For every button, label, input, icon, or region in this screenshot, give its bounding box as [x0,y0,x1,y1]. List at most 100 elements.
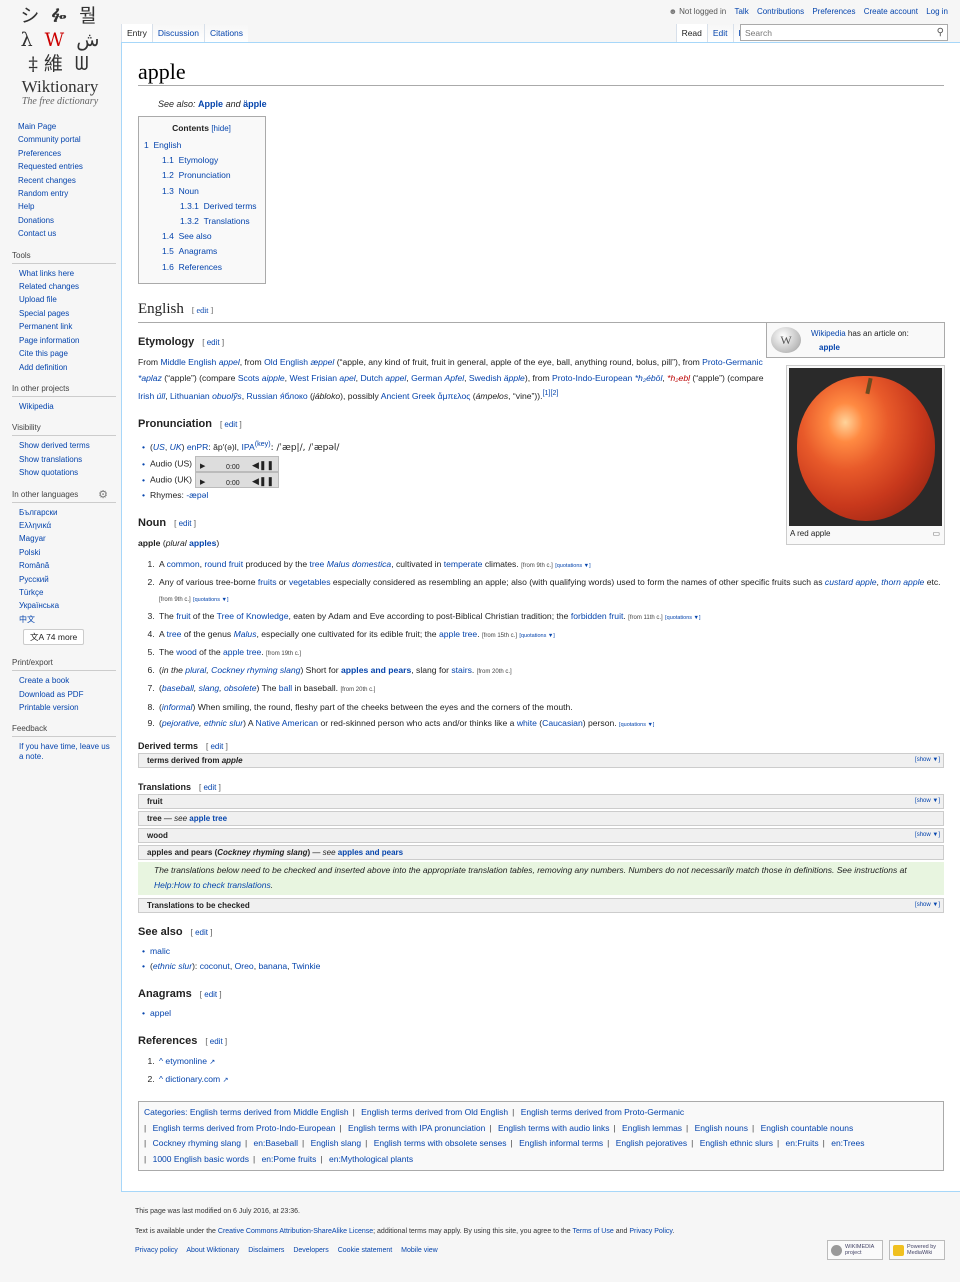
sidebar-item-printable-version[interactable]: Printable version [19,703,79,712]
audio-player-uk[interactable]: ▶ 0:00 ◀❚❚ [195,472,280,490]
toc-entry[interactable]: 1.2 Pronunciation [162,170,231,180]
talk-link[interactable]: Talk [734,7,748,16]
sidebar-lang-tr[interactable]: Türkçe [19,588,43,597]
translation-box-tree[interactable]: tree — see apple tree [138,810,944,826]
category-link[interactable]: English terms derived from Proto-Indo-Eu… [153,1123,336,1133]
sidebar-item-main-page[interactable]: Main Page [18,122,56,131]
search-icon[interactable]: ⚲ [937,27,944,38]
sidebar-lang-el[interactable]: Ελληνικά [19,521,51,530]
edit-link[interactable]: edit [224,420,237,429]
play-icon[interactable]: ▶ [200,463,205,470]
play-icon[interactable]: ▶ [200,479,205,486]
translation-box-apples-and-pears[interactable]: apples and pears (Cockney rhyming slang)… [138,844,944,860]
preferences-link[interactable]: Preferences [812,7,855,16]
log-in-link[interactable]: Log in [926,7,948,16]
sidebar-lang-uk[interactable]: Українська [19,601,59,610]
sidebar-item-wikipedia[interactable]: Wikipedia [19,402,54,411]
toc-hide-button[interactable]: [hide] [211,124,231,133]
categories-label[interactable]: Categories: [144,1107,187,1117]
sidebar-item-special-pages[interactable]: Special pages [19,309,69,318]
sidebar-item-show-derived[interactable]: Show derived terms [19,441,90,450]
more-languages-button[interactable]: 文A 74 more [23,629,85,646]
tab-edit[interactable]: Edit [706,24,733,42]
footer-developers[interactable]: Developers [293,1247,328,1254]
sidebar-item-donations[interactable]: Donations [18,216,54,225]
category-link[interactable]: Cockney rhyming slang [153,1138,241,1148]
edit-link[interactable]: edit [207,338,220,347]
sidebar-item-show-quotations[interactable]: Show quotations [19,468,78,477]
edit-link[interactable]: edit [204,990,217,999]
sidebar-item-random-entry[interactable]: Random entry [18,189,68,198]
derived-terms-box[interactable]: terms derived from apple [show ▼] [138,752,944,768]
category-link[interactable]: English slang [311,1138,362,1148]
wikipedia-link[interactable]: Wikipedia [811,329,846,338]
gear-icon[interactable]: ⚙ [98,488,108,501]
category-link[interactable]: English pejoratives [616,1138,687,1148]
sidebar-item-upload-file[interactable]: Upload file [19,295,57,304]
translation-box-wood[interactable]: wood [show ▼] [138,827,944,843]
footer-mobile-view[interactable]: Mobile view [401,1247,438,1254]
edit-link[interactable]: edit [195,928,208,937]
category-link[interactable]: English terms with IPA pronunciation [348,1123,485,1133]
license-link[interactable]: Creative Commons Attribution-ShareAlike … [218,1228,373,1235]
site-logo[interactable]: シ ᎊ 뭘λ W ش ‡ 維 ᗯ Wiktionary The free dict… [8,4,112,112]
category-link[interactable]: 1000 English basic words [153,1154,249,1164]
category-link[interactable]: en:Pome fruits [262,1154,317,1164]
toc-entry[interactable]: 1.5 Anagrams [162,246,217,256]
category-link[interactable]: English terms with obsolete senses [374,1138,507,1148]
footer-cookie-statement[interactable]: Cookie statement [338,1247,392,1254]
sidebar-item-add-definition[interactable]: Add definition [19,363,67,372]
sidebar-lang-pl[interactable]: Polski [19,548,40,557]
show-button[interactable]: [show ▼] [915,757,940,763]
toc-entry[interactable]: 1.1 Etymology [162,155,218,165]
category-link[interactable]: English terms with audio links [498,1123,610,1133]
sidebar-lang-zh[interactable]: 中文 [19,615,35,624]
sidebar-lang-ro[interactable]: Română [19,561,49,570]
edit-link[interactable]: edit [179,519,192,528]
audio-player-us[interactable]: ▶ 0:00 ◀❚❚ [195,456,280,473]
edit-link[interactable]: edit [203,783,216,792]
sidebar-item-help[interactable]: Help [18,202,34,211]
edit-link[interactable]: edit [210,1037,223,1046]
toc-entry[interactable]: 1.3 Noun [162,186,199,196]
footer-privacy-policy[interactable]: Privacy policy [135,1247,178,1254]
category-link[interactable]: English ethnic slurs [700,1138,773,1148]
toc-entry[interactable]: 1.3.1 Derived terms [180,201,257,211]
category-link[interactable]: en:Fruits [786,1138,819,1148]
terms-link[interactable]: Terms of Use [573,1228,614,1235]
category-link[interactable]: English lemmas [622,1123,682,1133]
category-link[interactable]: English countable nouns [761,1123,854,1133]
image-thumbnail[interactable]: A red apple ▭ [786,365,945,545]
apple-image[interactable] [789,368,942,526]
sidebar-lang-ru[interactable]: Русский [19,575,49,584]
show-button[interactable]: [show ▼] [915,832,940,838]
category-link[interactable]: en:Trees [831,1138,864,1148]
category-link[interactable]: English terms derived from Proto-Germani… [521,1107,684,1117]
category-link[interactable]: English terms derived from Middle Englis… [190,1107,349,1117]
search-input[interactable]: Search ⚲ [740,24,948,41]
sidebar-item-cite-this-page[interactable]: Cite this page [19,349,68,358]
sidebar-item-requested-entries[interactable]: Requested entries [18,162,83,171]
category-link[interactable]: en:Baseball [254,1138,298,1148]
help-check-translations-link[interactable]: Help:How to check translations [154,880,271,890]
sidebar-item-related-changes[interactable]: Related changes [19,282,79,291]
tab-entry[interactable]: Entry [121,24,152,42]
category-link[interactable]: English informal terms [519,1138,603,1148]
sidebar-item-recent-changes[interactable]: Recent changes [18,176,76,185]
sidebar-item-preferences[interactable]: Preferences [18,149,61,158]
tab-discussion[interactable]: Discussion [151,24,204,42]
sidebar-item-contact-us[interactable]: Contact us [18,229,56,238]
feedback-link[interactable]: If you have time, leave us a note. [19,742,110,761]
sidebar-item-community-portal[interactable]: Community portal [18,135,81,144]
toc-entry[interactable]: 1.6 References [162,262,222,272]
wikipedia-article-link[interactable]: apple [819,343,840,352]
show-button[interactable]: [show ▼] [915,798,940,804]
sidebar-lang-bg[interactable]: Български [19,508,58,517]
toc-entry[interactable]: 1.3.2 Translations [180,216,250,226]
create-account-link[interactable]: Create account [864,7,918,16]
category-link[interactable]: en:Mythological plants [329,1154,413,1164]
show-button[interactable]: [show ▼] [915,902,940,908]
mediawiki-badge[interactable]: Powered by MediaWiki [889,1240,945,1260]
volume-icon[interactable]: ◀❚❚ [252,474,274,490]
tab-read[interactable]: Read [675,24,707,42]
